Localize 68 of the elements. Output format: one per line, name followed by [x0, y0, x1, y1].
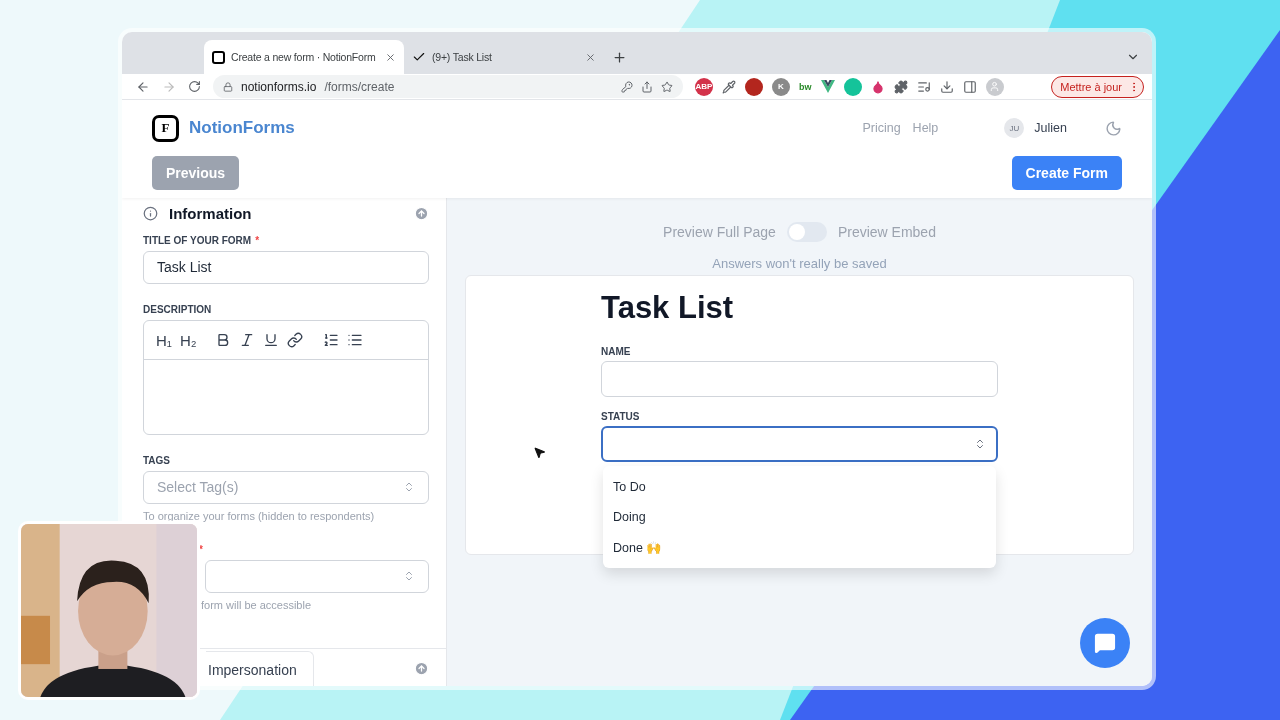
close-icon[interactable]: [585, 51, 596, 63]
brand-name[interactable]: NotionForms: [189, 118, 295, 138]
bookmark-star-icon[interactable]: [661, 80, 673, 93]
chat-button[interactable]: [1080, 618, 1130, 668]
create-form-button[interactable]: Create Form: [1011, 156, 1122, 190]
dropdown-option[interactable]: Doing: [603, 502, 996, 532]
description-editor[interactable]: H₁ H₂: [143, 320, 429, 435]
eyedropper-icon[interactable]: [722, 79, 736, 94]
back-icon[interactable]: [136, 79, 150, 94]
chat-bubble-icon: [1094, 632, 1116, 654]
download-icon[interactable]: [939, 79, 954, 94]
title-input[interactable]: Task List: [143, 250, 429, 285]
share-icon[interactable]: [641, 80, 653, 93]
help-text: To organize your forms (hidden to respondents): [143, 509, 376, 522]
side-panel-icon[interactable]: [962, 79, 977, 94]
info-icon: [143, 205, 158, 221]
moon-icon[interactable]: [1105, 119, 1122, 137]
field-label: TITLE OF YOUR FORM: [143, 234, 252, 246]
form-logo-icon: [212, 50, 225, 64]
toggle-label: Preview Embed: [837, 224, 936, 240]
field-label: NAME: [601, 346, 632, 357]
collapse-icon[interactable]: [414, 661, 429, 676]
vue-icon[interactable]: [820, 80, 835, 93]
update-button[interactable]: Mettre à jour: [1051, 75, 1144, 98]
mouse-cursor-icon: [533, 446, 546, 459]
address-bar[interactable]: notionforms.io /forms/create: [213, 75, 683, 98]
preview-note: Answers won't really be saved: [712, 256, 887, 271]
user-avatar[interactable]: JU: [1004, 118, 1025, 138]
brand-logo[interactable]: F: [152, 114, 179, 142]
heading-button[interactable]: H₁: [156, 331, 172, 349]
heading-button[interactable]: H₂: [179, 331, 197, 349]
extension-icon[interactable]: bw: [799, 81, 812, 92]
form-title: Task List: [601, 290, 735, 326]
key-icon[interactable]: [621, 80, 633, 93]
user-name[interactable]: Julien: [1034, 121, 1067, 135]
check-icon: [412, 50, 426, 64]
toggle-label: Preview Full Page: [663, 224, 776, 240]
preview-toggle[interactable]: [786, 222, 827, 242]
link-button[interactable]: [286, 332, 303, 349]
select-arrows-icon: [403, 570, 415, 583]
section-title: Information: [169, 204, 253, 222]
reload-icon[interactable]: [188, 80, 201, 93]
required-mark: *: [255, 234, 260, 246]
dropdown-option[interactable]: To Do: [603, 472, 996, 502]
underline-button[interactable]: [262, 332, 279, 349]
browser-tab[interactable]: (9+) Task List: [404, 40, 604, 74]
select-arrows-icon: [974, 438, 986, 450]
section-tab[interactable]: Impersonation: [206, 651, 314, 686]
playlist-icon[interactable]: [916, 79, 931, 94]
dropdown-option[interactable]: Done 🙌: [603, 532, 996, 562]
lock-icon: [223, 81, 233, 92]
adblock-extension-icon[interactable]: ABP: [695, 77, 713, 96]
ordered-button[interactable]: [322, 332, 339, 349]
select-arrows-icon: [403, 481, 415, 494]
close-icon[interactable]: [385, 51, 396, 63]
help-text: form will be accessible: [200, 599, 313, 611]
extension-icon[interactable]: [745, 77, 763, 96]
extensions-icon[interactable]: [893, 79, 908, 94]
collapse-icon[interactable]: [414, 205, 429, 221]
browser-tab[interactable]: Create a new form · NotionForm: [204, 40, 404, 74]
field-label: TAGS: [143, 454, 171, 466]
address-domain: notionforms.io: [241, 79, 317, 94]
field-label: STATUS: [601, 411, 641, 422]
name-input[interactable]: [601, 361, 998, 397]
new-tab-icon[interactable]: [612, 49, 627, 65]
field-label: DESCRIPTION: [143, 304, 212, 316]
address-path: /forms/create: [324, 79, 396, 94]
droplet-icon[interactable]: [870, 79, 885, 94]
